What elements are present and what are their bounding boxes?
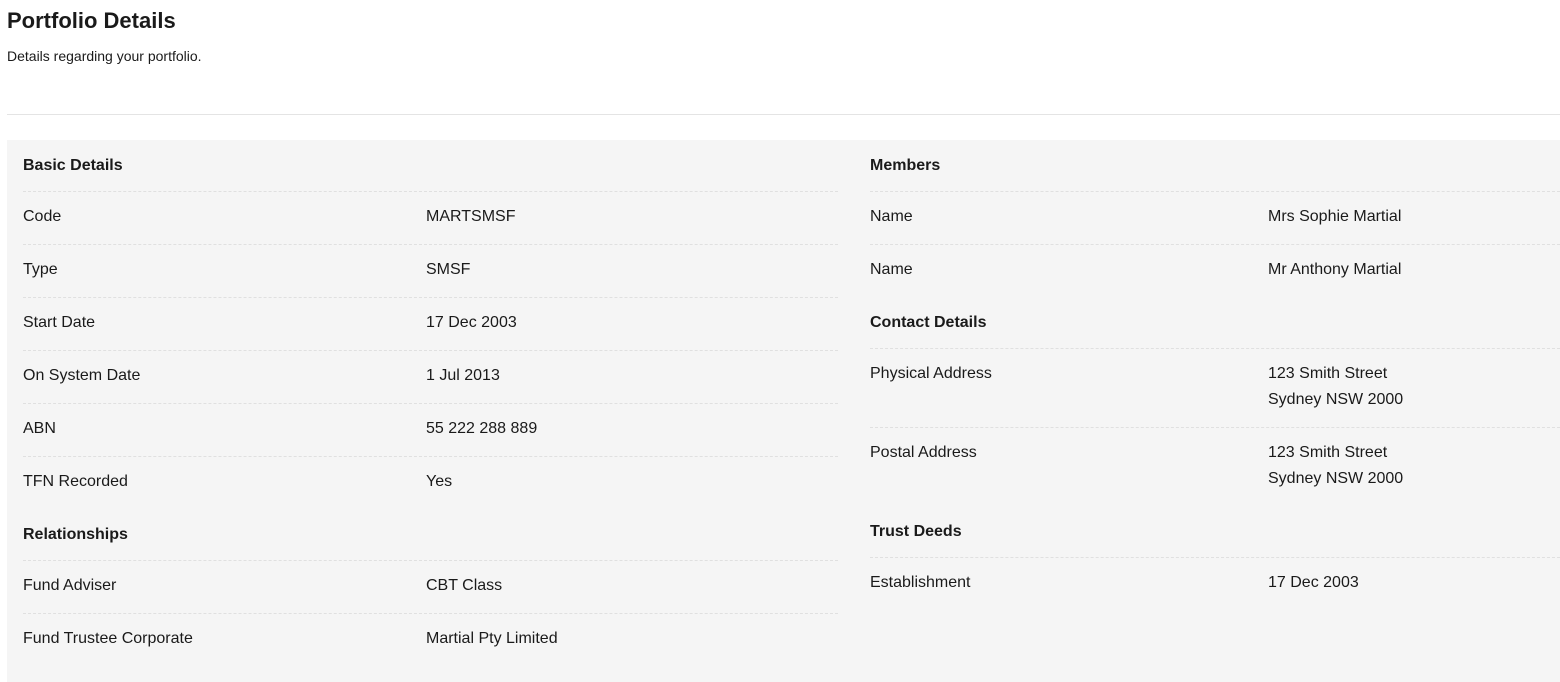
relationships-heading: Relationships <box>23 509 838 561</box>
address-line: 123 Smith Street <box>1268 365 1388 382</box>
detail-label: Code <box>23 208 62 225</box>
address-value: 123 Smith Street Sydney NSW 2000 <box>1268 361 1560 413</box>
detail-row-fund-trustee-corporate: Fund Trustee Corporate Martial Pty Limit… <box>23 614 838 666</box>
address-value: 123 Smith Street Sydney NSW 2000 <box>1268 440 1560 492</box>
detail-row-type: Type SMSF <box>23 245 838 298</box>
detail-value: 1 Jul 2013 <box>426 367 500 384</box>
detail-value: Mr Anthony Martial <box>1268 261 1402 278</box>
detail-row-on-system-date: On System Date 1 Jul 2013 <box>23 351 838 404</box>
page-header: Portfolio Details Details regarding your… <box>7 0 1552 65</box>
detail-label: Postal Address <box>870 444 977 461</box>
address-line: 123 Smith Street <box>1268 444 1388 461</box>
header-divider <box>7 114 1560 115</box>
detail-row-code: Code MARTSMSF <box>23 192 838 245</box>
page-subtitle: Details regarding your portfolio. <box>7 48 202 64</box>
detail-value: 55 222 288 889 <box>426 420 538 437</box>
detail-label: Physical Address <box>870 365 992 382</box>
detail-value: Mrs Sophie Martial <box>1268 208 1402 225</box>
detail-value: CBT Class <box>426 577 503 594</box>
detail-label: Fund Trustee Corporate <box>23 630 193 647</box>
detail-value: Yes <box>426 473 453 490</box>
address-line: Sydney NSW 2000 <box>1268 391 1404 408</box>
detail-value: 17 Dec 2003 <box>426 314 517 331</box>
detail-value: SMSF <box>426 261 471 278</box>
address-line: Sydney NSW 2000 <box>1268 470 1404 487</box>
detail-label: Name <box>870 261 913 278</box>
detail-label: Name <box>870 208 913 225</box>
detail-value: MARTSMSF <box>426 208 516 225</box>
detail-row-abn: ABN 55 222 288 889 <box>23 404 838 457</box>
detail-label: ABN <box>23 420 56 437</box>
detail-label: Start Date <box>23 314 96 331</box>
detail-row-physical-address: Physical Address 123 Smith Street Sydney… <box>870 349 1560 428</box>
detail-row-postal-address: Postal Address 123 Smith Street Sydney N… <box>870 428 1560 506</box>
portfolio-details-panel: Basic Details Code MARTSMSF Type SMSF St… <box>7 140 1560 682</box>
right-column: Members Name Mrs Sophie Martial Name Mr … <box>870 140 1560 610</box>
basic-details-heading: Basic Details <box>23 140 838 192</box>
detail-row-establishment: Establishment 17 Dec 2003 <box>870 558 1560 610</box>
detail-row-tfn-recorded: TFN Recorded Yes <box>23 457 838 509</box>
detail-value: 17 Dec 2003 <box>1268 574 1359 591</box>
detail-label: TFN Recorded <box>23 473 128 490</box>
detail-row-fund-adviser: Fund Adviser CBT Class <box>23 561 838 614</box>
detail-value: Martial Pty Limited <box>426 630 558 647</box>
contact-details-heading: Contact Details <box>870 297 1560 349</box>
detail-row-start-date: Start Date 17 Dec 2003 <box>23 298 838 351</box>
trust-deeds-heading: Trust Deeds <box>870 506 1560 558</box>
page-title: Portfolio Details <box>7 8 176 33</box>
members-heading: Members <box>870 140 1560 192</box>
detail-label: Fund Adviser <box>23 577 117 594</box>
detail-label: Type <box>23 261 58 278</box>
detail-label: On System Date <box>23 367 141 384</box>
member-row: Name Mr Anthony Martial <box>870 245 1560 297</box>
member-row: Name Mrs Sophie Martial <box>870 192 1560 245</box>
detail-label: Establishment <box>870 574 971 591</box>
left-column: Basic Details Code MARTSMSF Type SMSF St… <box>23 140 838 666</box>
